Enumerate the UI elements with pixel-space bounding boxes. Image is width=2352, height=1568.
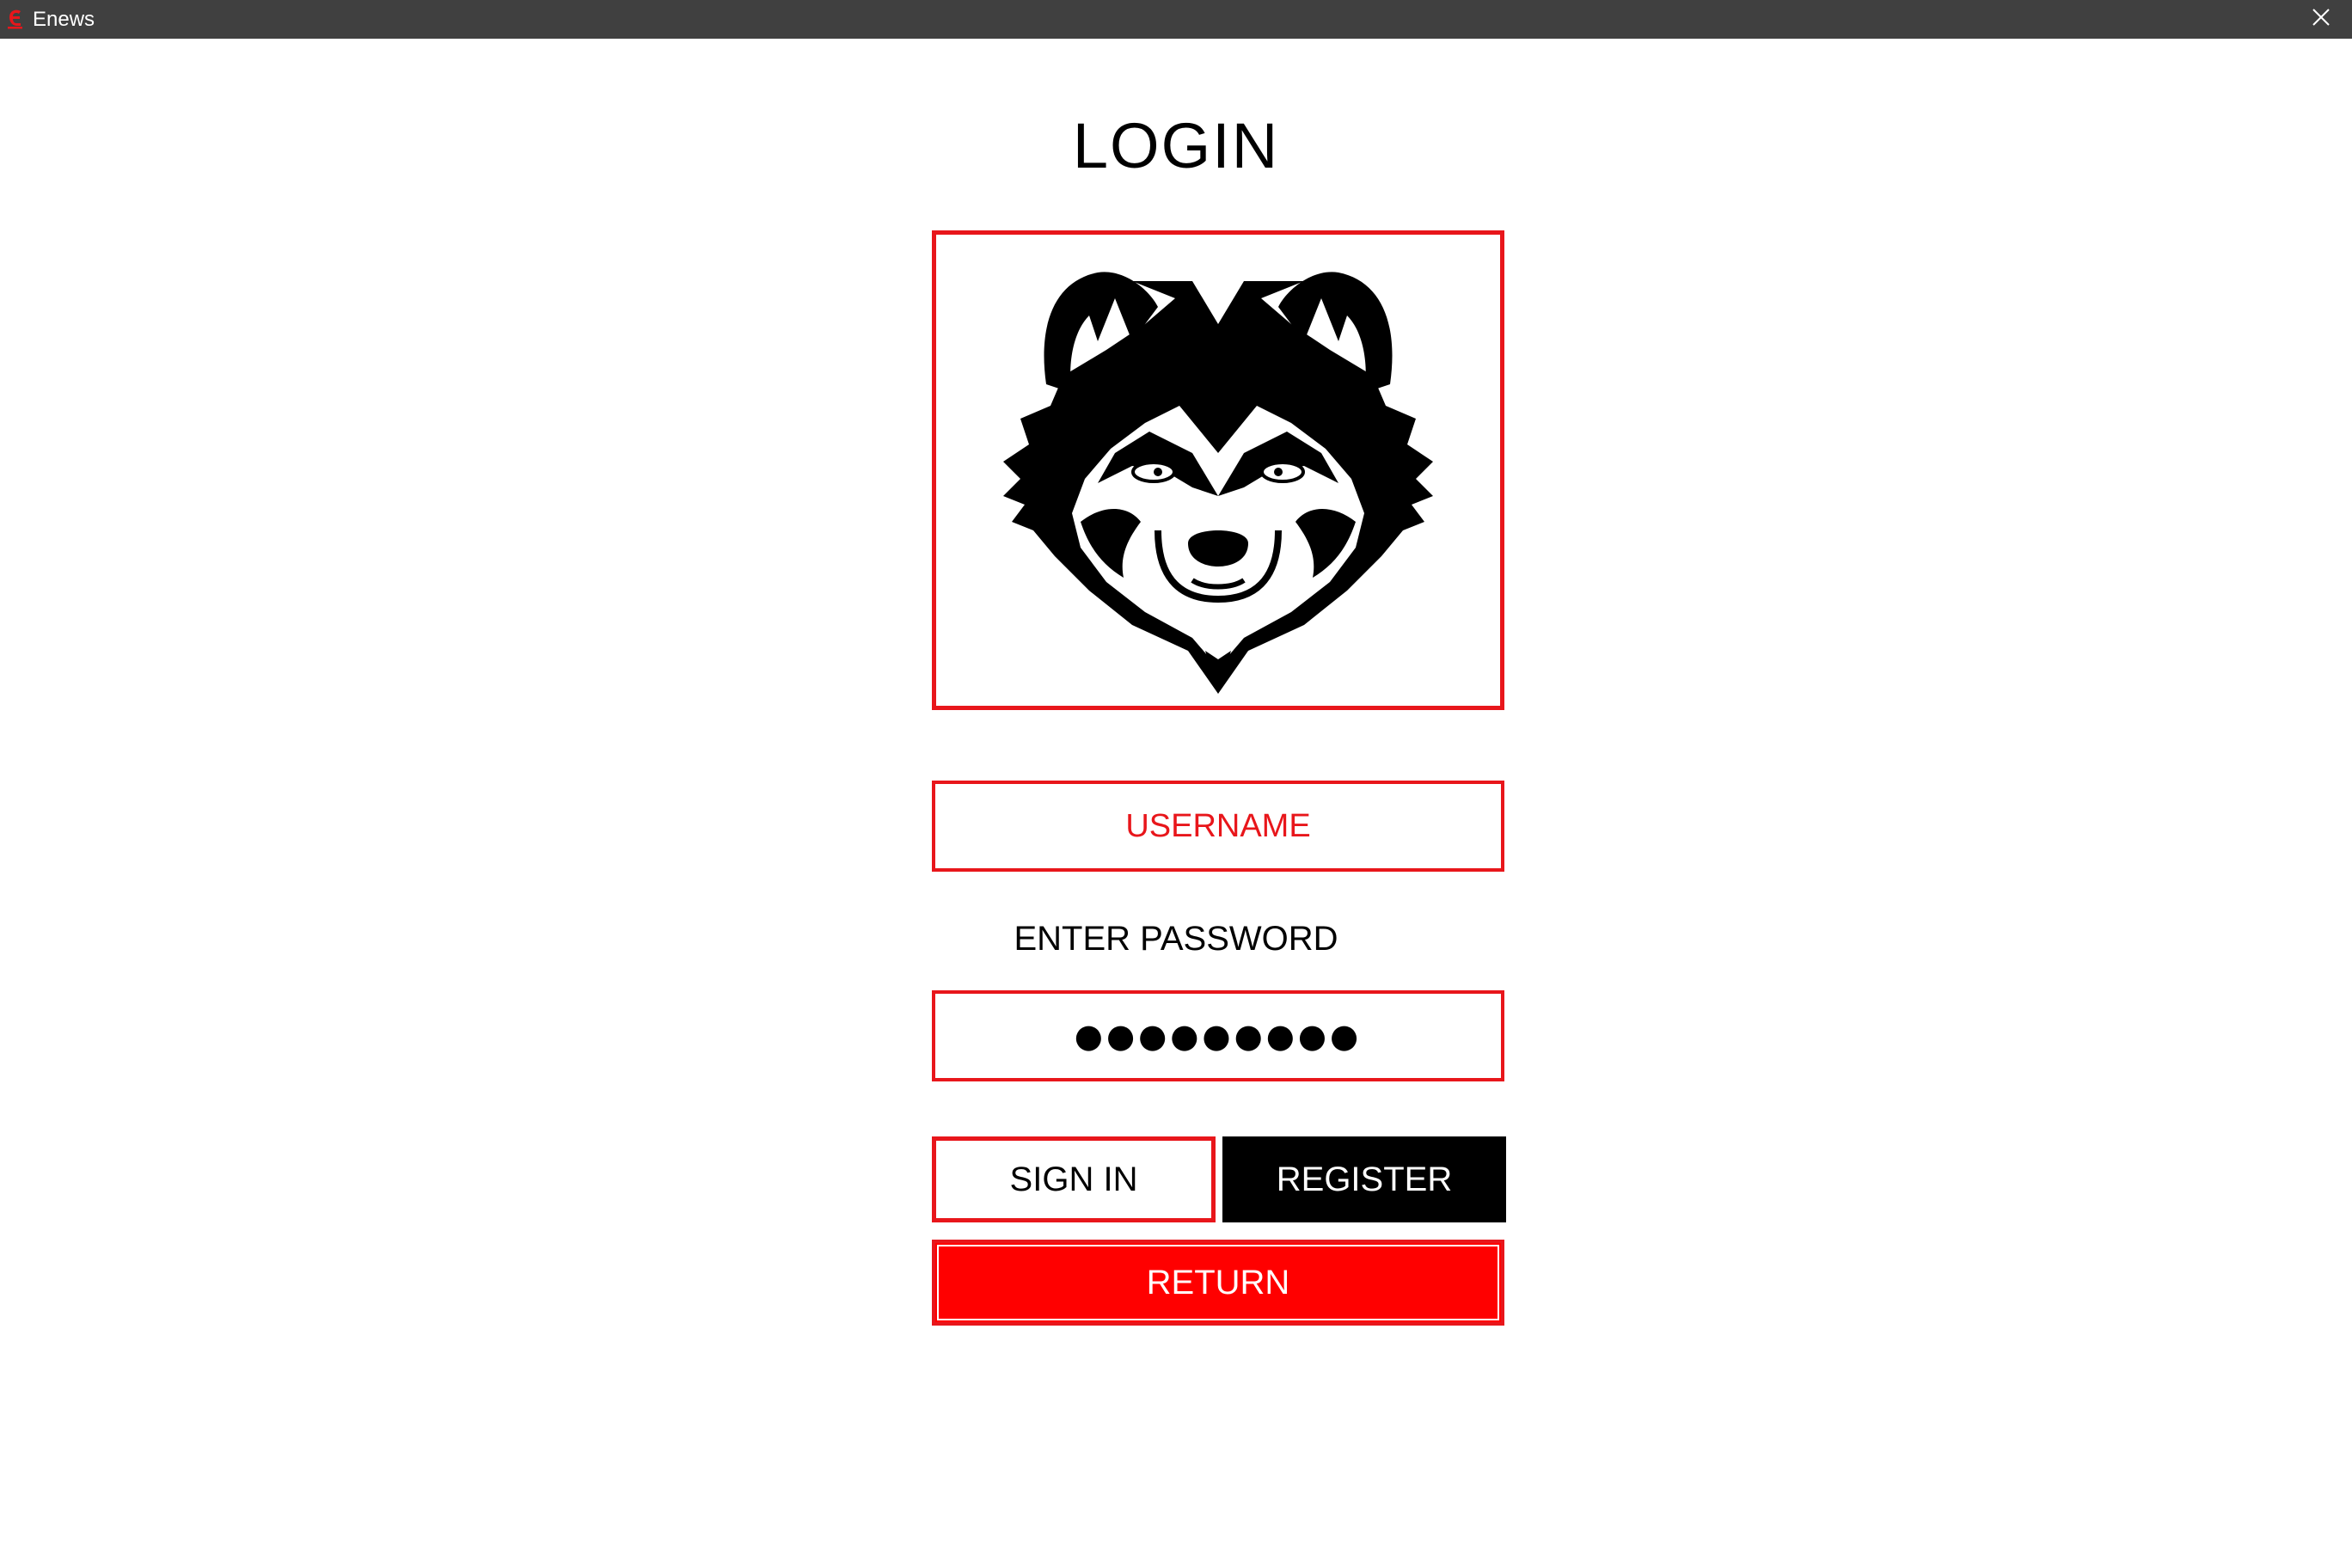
window-titlebar: Enews [0,0,2352,39]
username-input[interactable] [935,783,1501,869]
password-field[interactable]: ●●●●●●●●● [932,990,1504,1081]
return-button[interactable]: RETURN [932,1240,1504,1326]
close-icon [2312,8,2331,31]
username-field[interactable] [932,781,1504,872]
sign-in-button[interactable]: SIGN IN [932,1136,1216,1222]
window-title: Enews [33,8,95,31]
logo-frame [932,230,1504,710]
page-title: LOGIN [1072,110,1280,181]
wolf-logo-icon [1003,272,1433,694]
password-input[interactable]: ●●●●●●●●● [1075,1017,1362,1055]
password-label: ENTER PASSWORD [1014,920,1338,958]
app-e-icon [6,9,25,29]
close-button[interactable] [2290,0,2352,39]
register-button[interactable]: REGISTER [1222,1136,1506,1222]
